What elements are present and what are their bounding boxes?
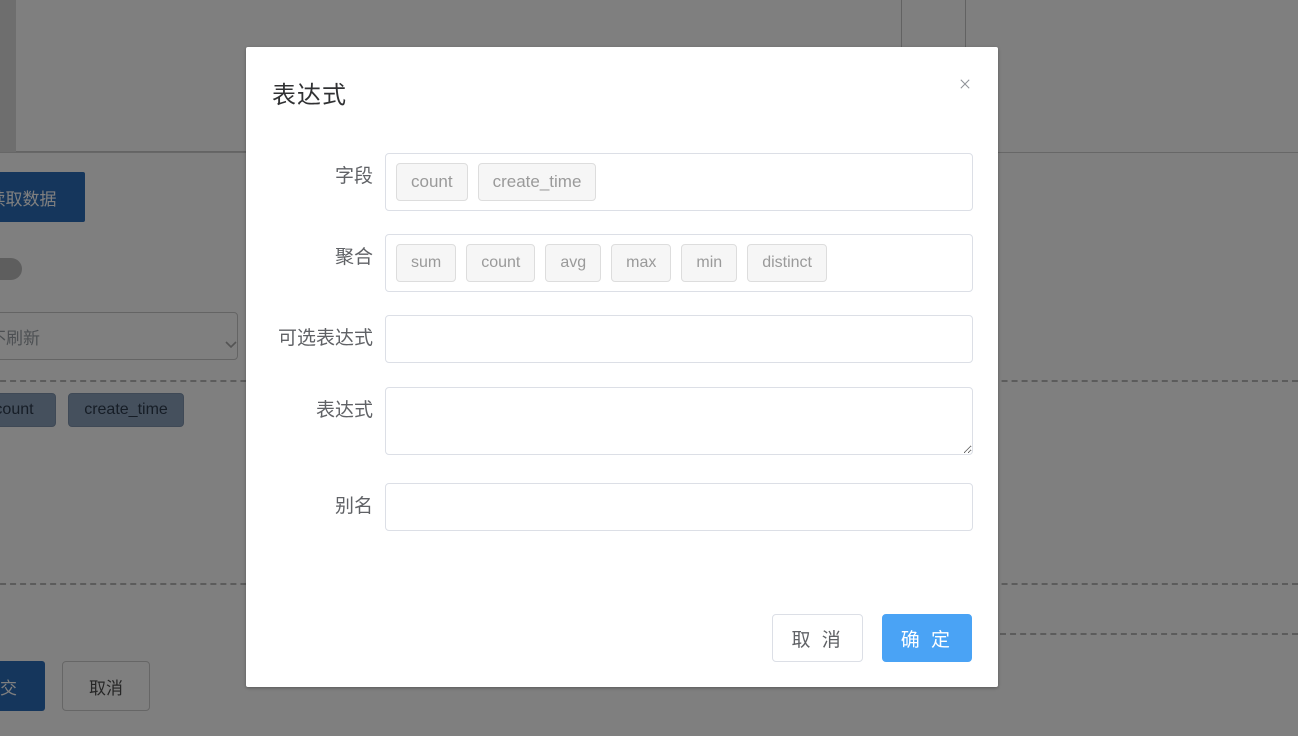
field-option-create-time[interactable]: create_time: [477, 163, 597, 201]
expression-textarea[interactable]: [385, 387, 973, 455]
optional-expression-input[interactable]: [385, 315, 973, 363]
aggregate-option-min[interactable]: min: [681, 244, 738, 282]
dialog-title: 表达式: [272, 82, 347, 109]
aggregate-option-sum[interactable]: sum: [396, 244, 457, 282]
expression-form: 字段 count create_time 聚合 sum count avg ma…: [246, 153, 998, 531]
form-row-alias: 别名: [246, 483, 998, 531]
aggregate-control: sum count avg max min distinct: [385, 234, 998, 292]
expression-label: 表达式: [315, 400, 373, 421]
alias-input[interactable]: [385, 483, 973, 531]
form-row-expression: 表达式: [246, 387, 998, 460]
dialog-cancel-button[interactable]: 取 消: [772, 614, 863, 662]
aggregate-option-distinct[interactable]: distinct: [747, 244, 827, 282]
alias-control: [385, 483, 998, 531]
form-row-optional-expression: 可选表达式: [246, 315, 998, 363]
form-row-field: 字段 count create_time: [246, 153, 998, 211]
expression-dialog: 表达式 字段 count create_time 聚合 sum count av…: [246, 47, 998, 687]
optional-expression-label: 可选表达式: [277, 328, 373, 349]
close-icon[interactable]: [952, 71, 978, 97]
field-label: 字段: [334, 166, 373, 187]
optional-expression-control: [385, 315, 998, 363]
aggregate-option-max[interactable]: max: [611, 244, 672, 282]
form-row-aggregate: 聚合 sum count avg max min distinct: [246, 234, 998, 292]
expression-control: [385, 387, 998, 460]
aggregate-options-box: sum count avg max min distinct: [385, 234, 973, 292]
aggregate-option-count[interactable]: count: [466, 244, 536, 282]
field-option-count[interactable]: count: [396, 163, 468, 201]
aggregate-option-avg[interactable]: avg: [545, 244, 602, 282]
dialog-confirm-button[interactable]: 确 定: [881, 614, 972, 662]
field-control: count create_time: [385, 153, 998, 211]
field-options-box: count create_time: [385, 153, 973, 211]
dialog-footer: 取 消 确 定: [772, 614, 972, 662]
aggregate-label: 聚合: [334, 247, 373, 268]
alias-label: 别名: [334, 496, 373, 517]
